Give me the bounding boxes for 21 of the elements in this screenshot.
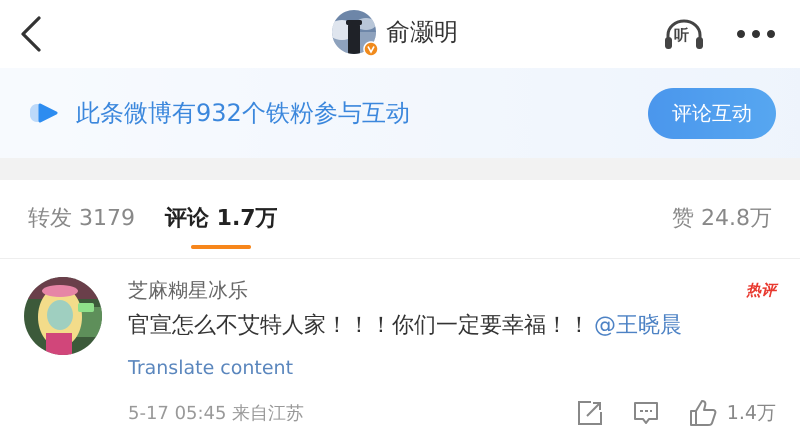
account-name: 俞灏明 <box>386 17 458 48</box>
tab[interactable]: 转发 3179 <box>28 189 135 249</box>
comment-interact-button[interactable]: 评论互动 <box>648 88 776 138</box>
comment-meta: 5-17 05:45 来自江苏 <box>128 402 304 425</box>
play-icon <box>28 102 60 124</box>
mention-link[interactable]: @王晓晨 <box>594 313 682 338</box>
hot-comment-label: 热评 <box>746 281 776 300</box>
tab[interactable]: 评论 1.7万 <box>164 189 278 249</box>
comment-icon[interactable] <box>632 400 659 426</box>
comment-text: 官宣怎么不艾特人家！！！你们一定要幸福！！ @王晓晨 <box>128 312 683 340</box>
tab[interactable]: 赞 24.8万 <box>672 189 772 249</box>
verified-badge-icon <box>363 41 379 57</box>
more-icon[interactable] <box>736 29 776 39</box>
banner-text: 此条微博有932个铁粉参与互动 <box>76 98 411 129</box>
commenter-name[interactable]: 芝麻糊星冰乐 <box>128 277 248 304</box>
listen-button[interactable]: 听 <box>662 17 706 51</box>
back-icon[interactable] <box>20 16 42 52</box>
translate-link[interactable]: Translate content <box>128 356 294 379</box>
like-button[interactable]: 1.4万 <box>688 398 776 427</box>
thumbs-up-icon <box>688 398 717 427</box>
share-icon[interactable] <box>576 400 603 426</box>
